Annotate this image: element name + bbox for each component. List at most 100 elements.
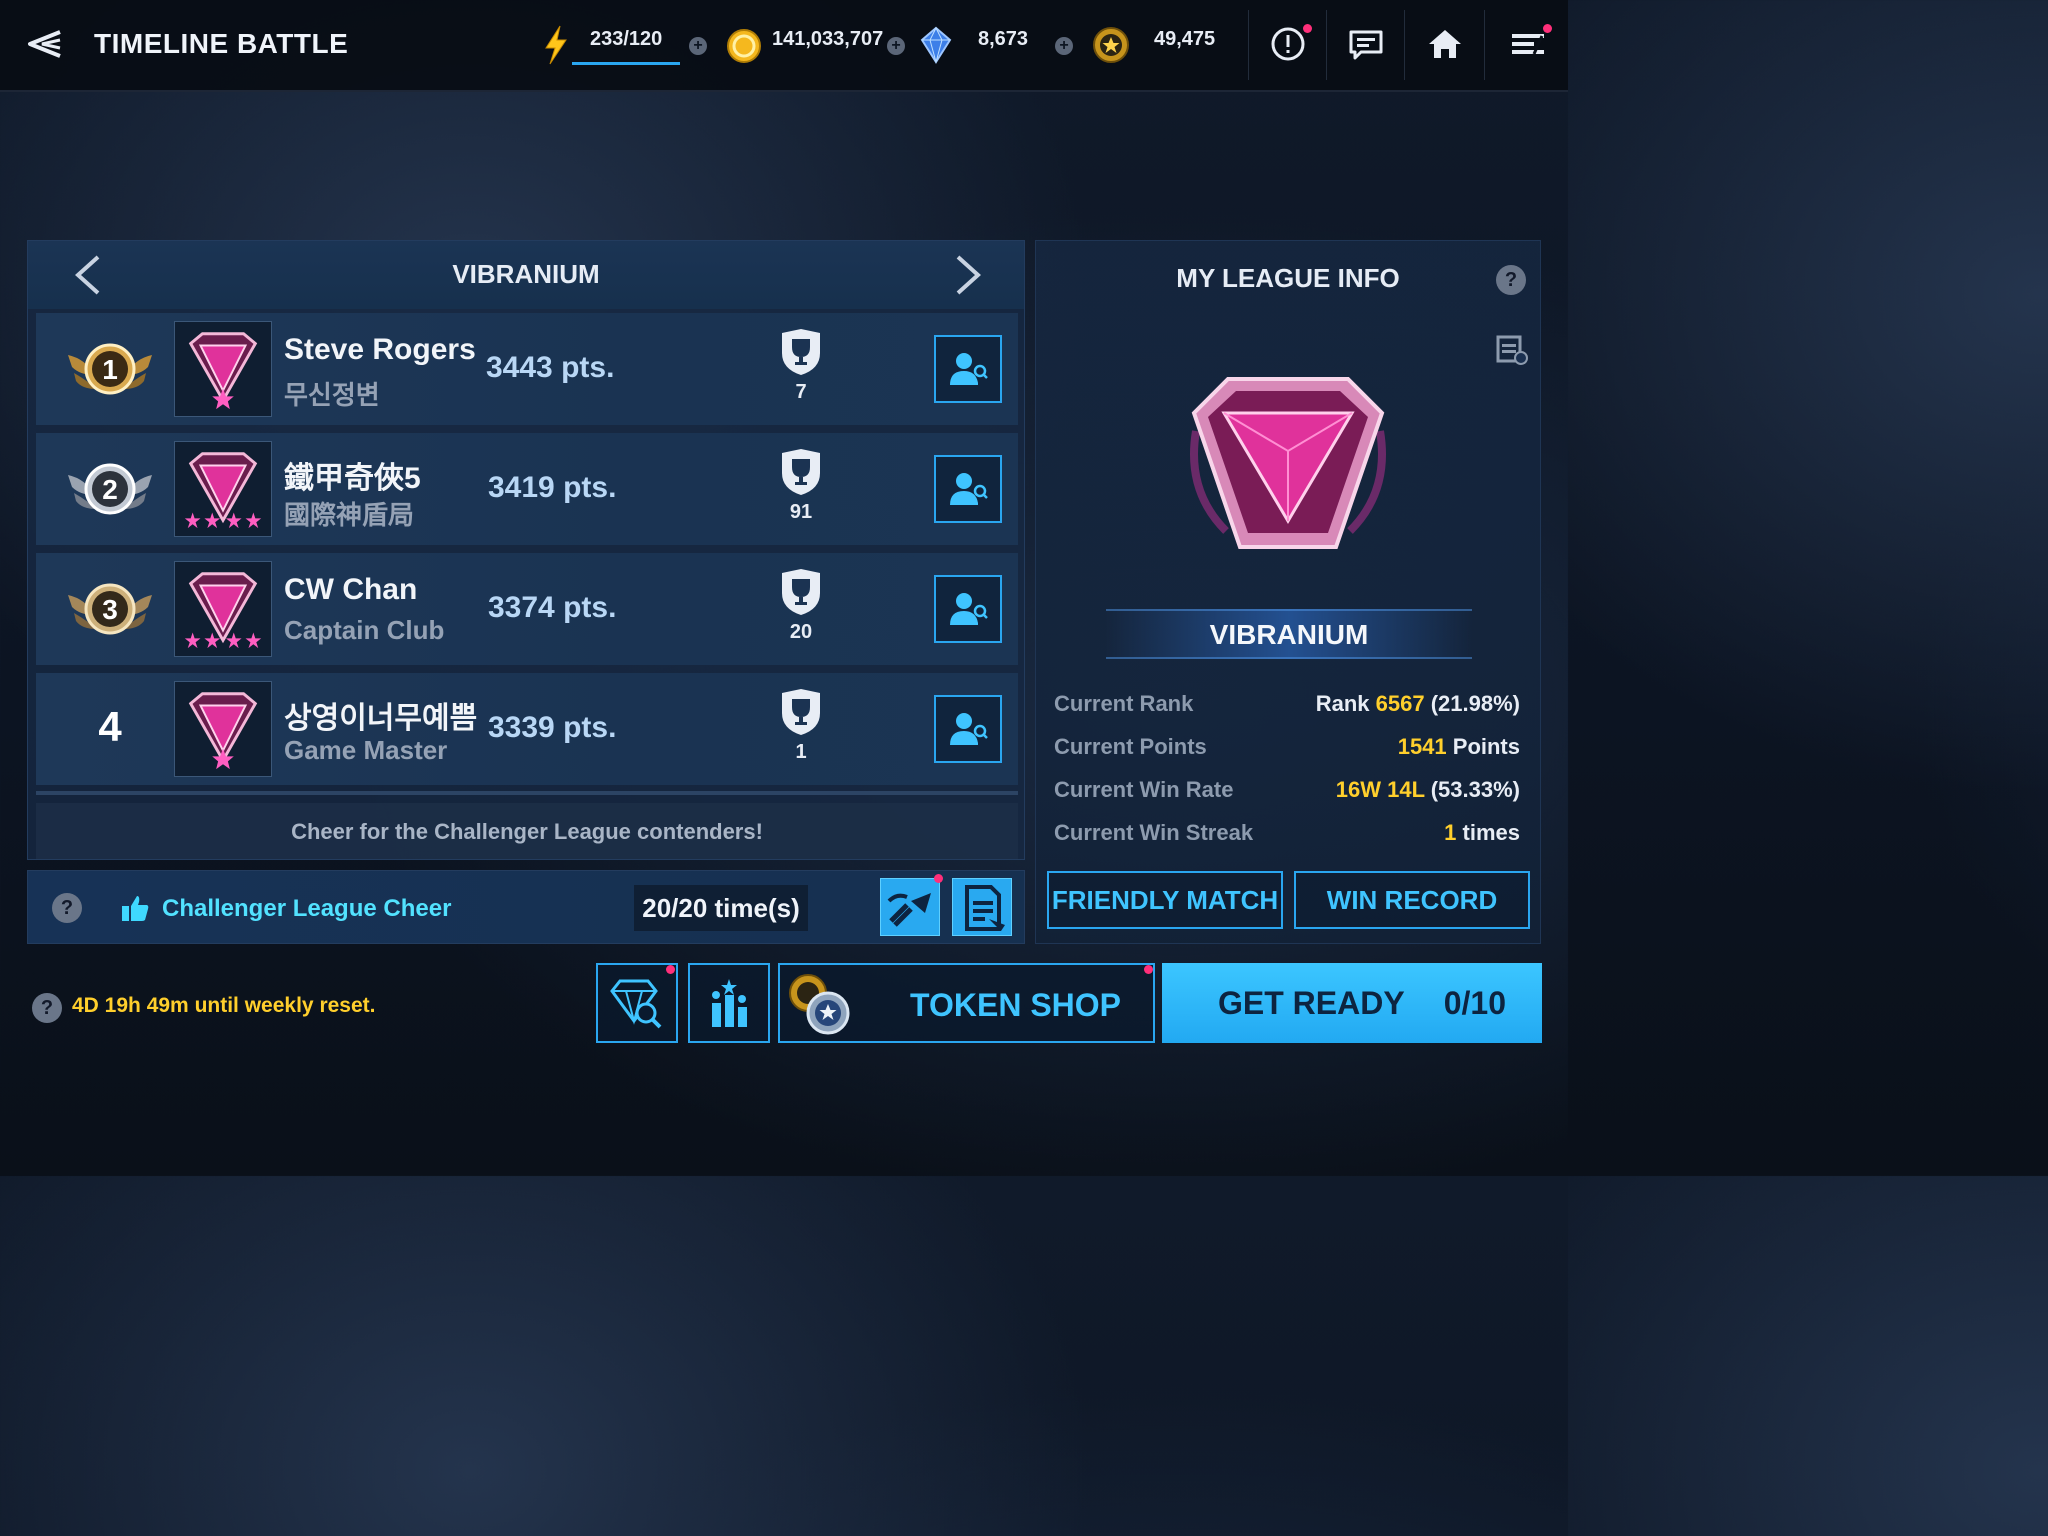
home-icon[interactable] [1425,24,1465,64]
player-name: CW Chan [284,573,418,606]
diamond-search-icon [610,979,662,1029]
vibranium-emblem-icon [1190,377,1386,549]
shield-token-icon [789,974,850,1035]
token-value: 49,475 [1154,28,1216,50]
win-percent: (53.33%) [1424,777,1520,802]
player-emblem-icon[interactable] [174,561,272,657]
menu-icon[interactable] [1508,24,1548,64]
trophy-count: 7 [795,381,807,403]
profile-search-icon [950,593,988,625]
help-icon[interactable]: ? [52,893,82,923]
ranking-button[interactable] [688,963,770,1043]
add-crystal-icon[interactable]: + [1055,37,1073,55]
player-name: 鐵甲奇俠5 [284,462,421,495]
help-icon[interactable]: ? [32,993,62,1023]
cheer-message: Cheer for the Challenger League contende… [291,819,763,844]
rank-number: 2 [102,474,118,505]
get-ready-label: GET READY [1218,985,1405,1021]
cheer-message-bar: Cheer for the Challenger League contende… [36,803,1018,859]
current-points-value: 1541 Points [1398,734,1520,760]
win-record-button[interactable]: WIN RECORD [1294,871,1530,929]
rank-number: 3 [102,594,118,625]
divider [1248,10,1249,80]
token-shop-button[interactable]: TOKEN SHOP [778,963,1155,1043]
player-name: Steve Rogers [284,333,476,366]
league-search-button[interactable] [596,963,678,1043]
rank-percent: (21.98%) [1424,691,1520,716]
thumbs-up-icon [122,896,149,921]
add-stamina-icon[interactable]: + [689,37,707,55]
stamina-underline [572,62,680,65]
trophy-count: 91 [789,501,813,523]
tier-band: VIBRANIUM [1106,609,1472,659]
gold-value: 141,033,707 [772,28,884,50]
menu-badge [1543,24,1552,33]
player-emblem-icon[interactable] [174,441,272,537]
challenger-cheer-bar: ? Challenger League Cheer 20/20 time(s) [27,870,1025,944]
player-emblem-icon[interactable] [174,321,272,417]
profile-search-icon [950,713,988,745]
ranking-row: 1 Steve Rogers 무신정변 3443 pts. 7 [36,313,1018,425]
reset-suffix: until weekly reset. [188,994,376,1017]
rank-number: 6567 [1375,691,1425,716]
win-rate-label: Current Win Rate [1054,777,1234,802]
chat-icon[interactable] [1347,24,1387,64]
notice-icon[interactable] [1268,24,1308,64]
document-icon [965,885,1005,931]
list-scroll-indicator[interactable] [36,791,1018,795]
page-title: TIMELINE BATTLE [94,28,349,59]
my-tier-name: VIBRANIUM [1209,619,1369,650]
streak-number: 1 [1444,820,1457,845]
league-ranking-panel: VIBRANIUM 1 Steve Rogers 무신정변 3443 pts. … [27,240,1025,860]
my-league-title: MY LEAGUE INFO [1176,263,1400,293]
points-number: 1541 [1397,734,1447,759]
current-points-label: Current Points [1054,734,1207,759]
crystal-value: 8,673 [978,28,1029,50]
view-profile-button[interactable] [934,335,1002,403]
help-icon[interactable]: ? [1496,265,1526,295]
cheer-count: 20/20 time(s) [634,885,808,931]
lightning-icon [545,25,567,65]
weekly-reset-timer: 4D 19h 49m until weekly reset. [72,994,375,1018]
calendar-history-icon[interactable] [1494,331,1528,365]
view-profile-button[interactable] [934,695,1002,763]
win-rate-value: 16W 14L (53.33%) [1336,777,1520,803]
crystal-icon [920,26,952,64]
league-header: VIBRANIUM [28,241,1024,309]
token-resource: 49,475 [1154,28,1215,51]
view-profile-button[interactable] [934,575,1002,643]
divider [1326,10,1327,80]
trophy-icon [782,569,820,615]
stamina-resource: 233/120 [590,28,662,51]
player-points: 3339 pts. [488,711,617,744]
current-rank-value: Rank 6567 (21.98%) [1316,691,1520,717]
add-gold-icon[interactable]: + [887,37,905,55]
search-badge [666,965,675,974]
ranking-podium-icon [712,979,747,1027]
friendly-match-button[interactable]: FRIENDLY MATCH [1047,871,1283,929]
player-name: 상영이너무예쁨 [284,702,478,735]
divider [1404,10,1405,80]
token-shop-label: TOKEN SHOP [910,987,1121,1023]
cheer-battle-button[interactable] [880,878,940,936]
bronze-rank-badge-icon: 3 [68,583,152,635]
player-emblem-icon[interactable] [174,681,272,777]
trophy-count: 20 [789,621,813,643]
back-arrow-icon[interactable] [24,26,64,62]
rank-prefix: Rank [1315,691,1376,716]
silver-rank-badge-icon: 2 [68,463,152,515]
player-points: 3419 pts. [488,471,617,504]
trophy-icon [782,449,820,495]
trophy-icon [782,689,820,735]
view-profile-button[interactable] [934,455,1002,523]
get-ready-count: 0/10 [1443,985,1506,1021]
current-rank-row: Current Rank Rank 6567 (21.98%) [1054,691,1520,721]
win-streak-value: 1 times [1444,820,1520,846]
my-league-info-panel: MY LEAGUE INFO ? VIBRANIUM Current Rank … [1035,240,1541,944]
cheer-log-button[interactable] [952,878,1012,936]
player-alliance: Captain Club [284,615,445,645]
swords-icon [887,893,931,927]
next-league-arrow-icon[interactable] [948,251,988,299]
player-alliance: 國際神盾局 [284,500,415,530]
get-ready-button[interactable]: GET READY 0/10 [1162,963,1542,1043]
